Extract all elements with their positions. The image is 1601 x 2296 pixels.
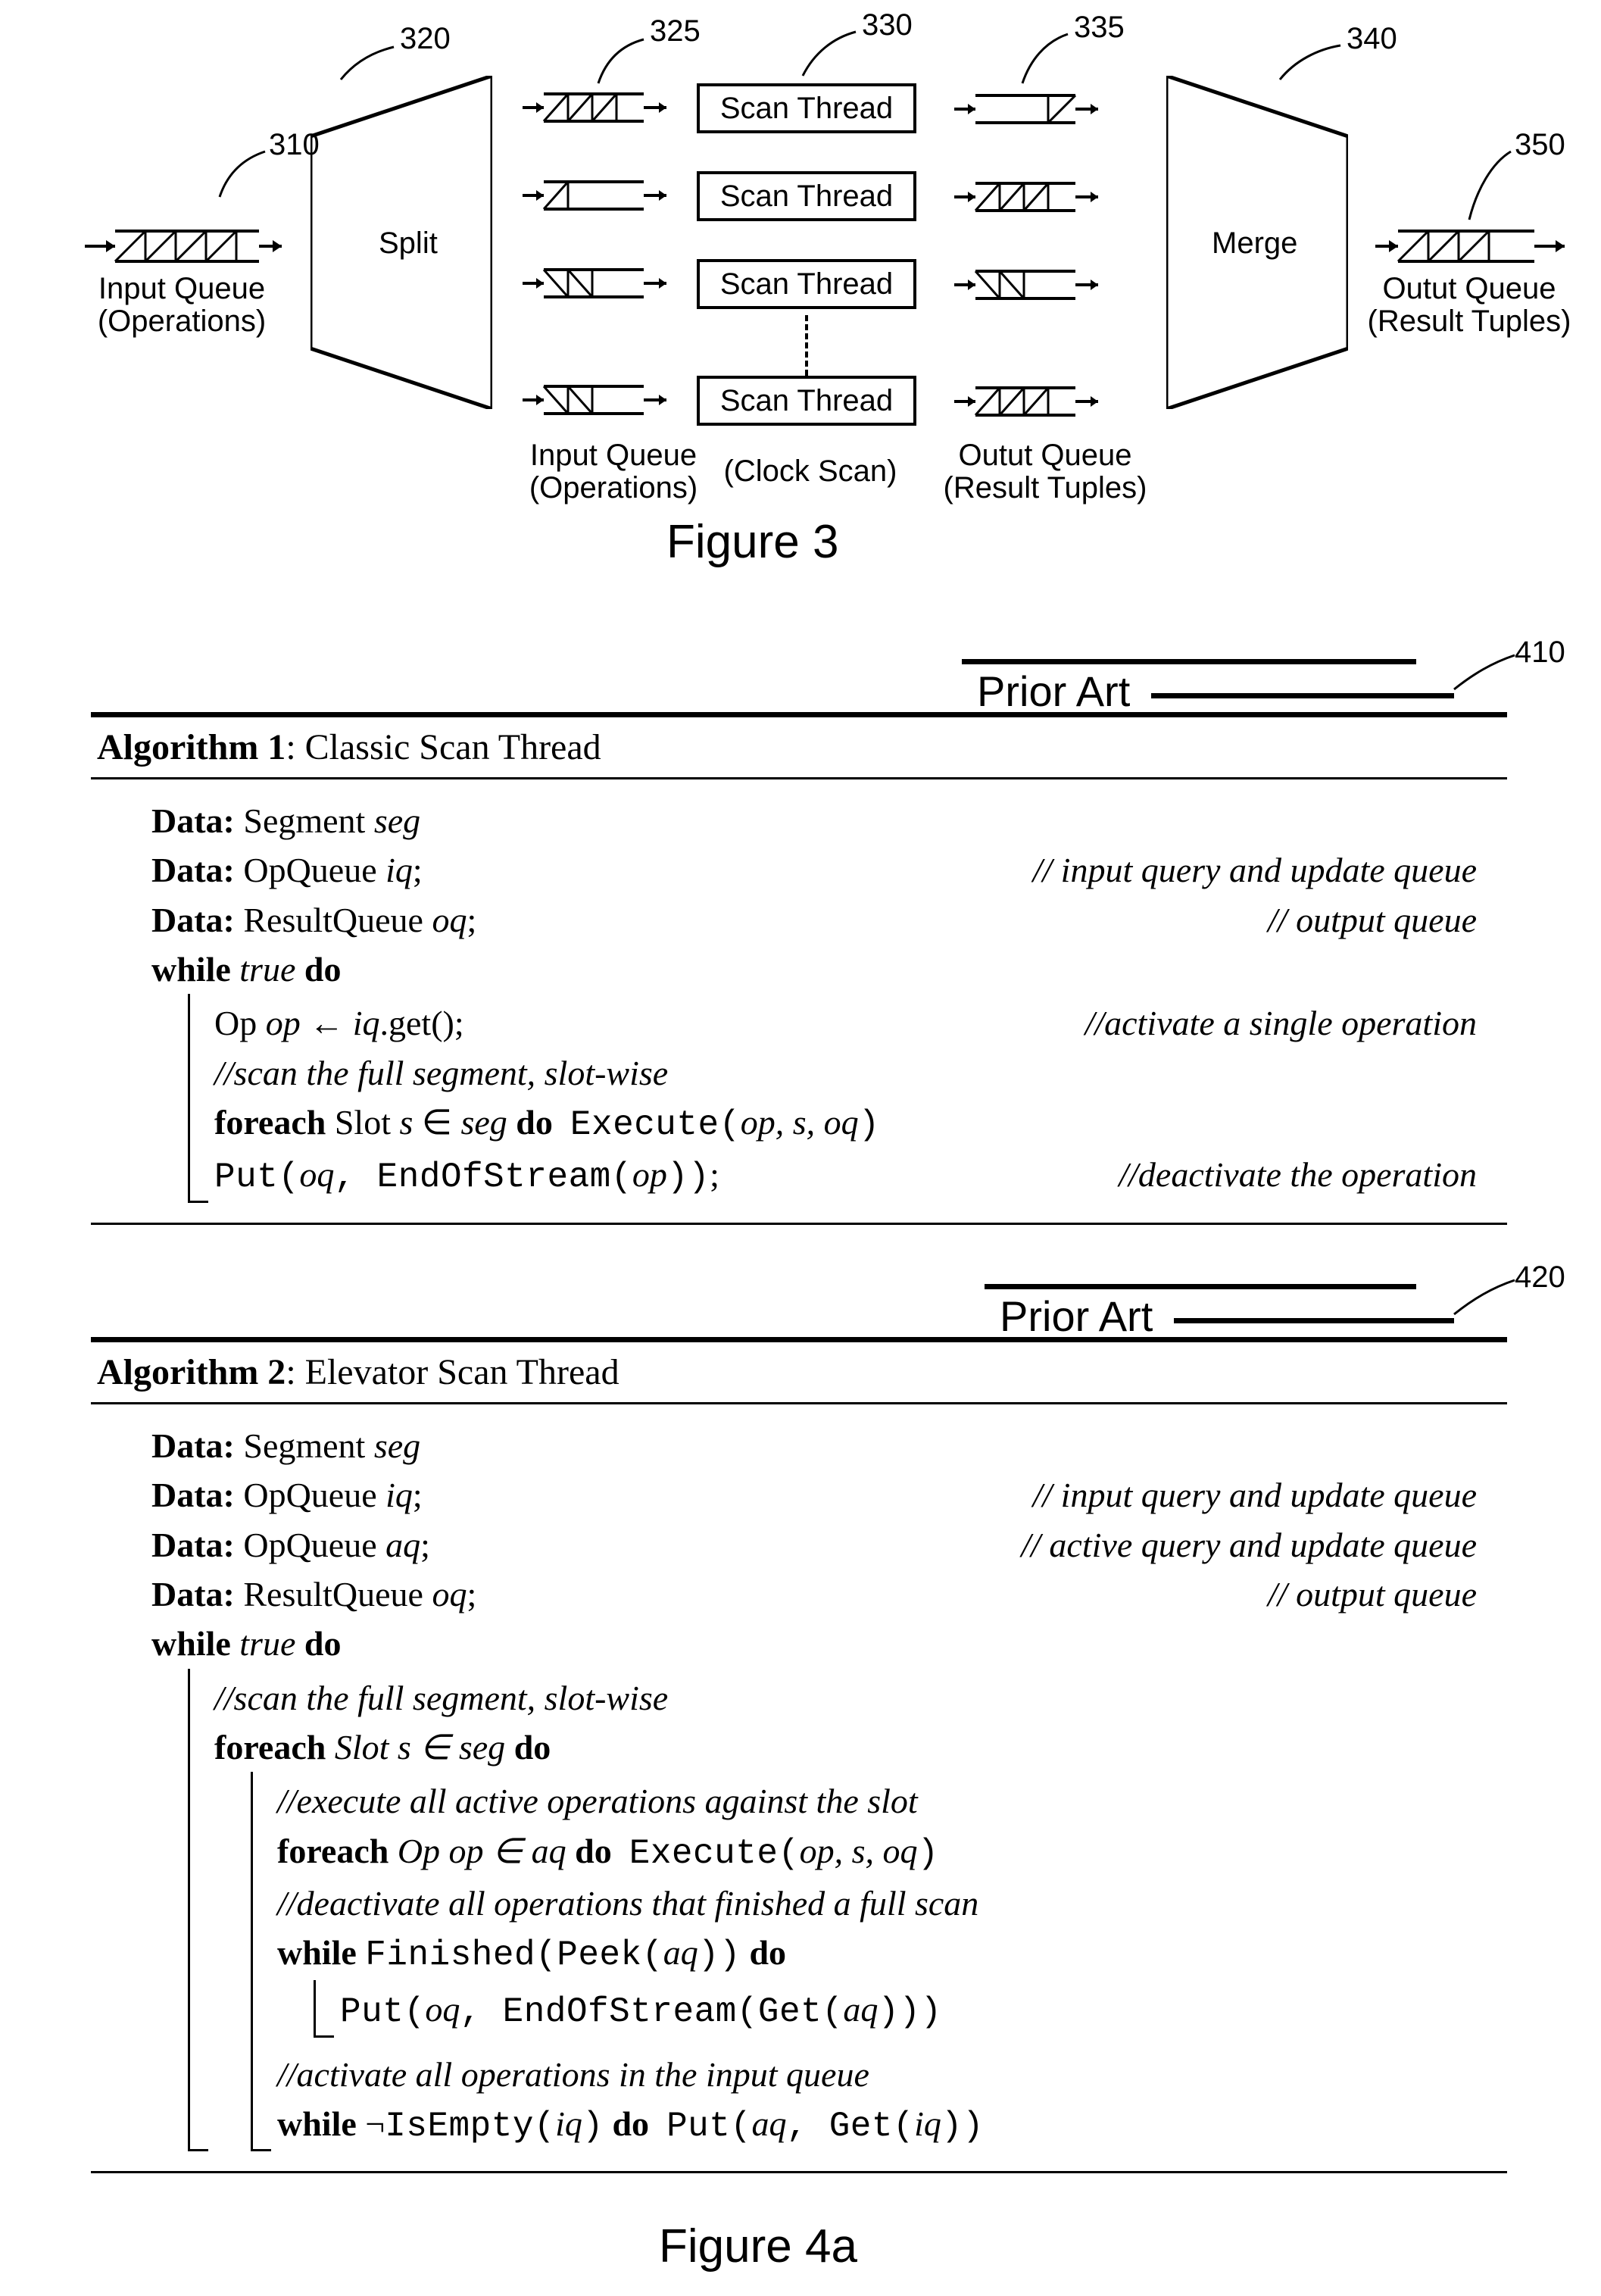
prior-art-rule-1a <box>962 659 1416 664</box>
ref-350: 350 <box>1515 129 1565 161</box>
ref-320: 320 <box>400 23 451 55</box>
ref-325: 325 <box>650 15 701 48</box>
figure-3: Input Queue(Operations) Split Merge Scan… <box>0 0 1601 667</box>
ref-330: 330 <box>862 9 913 42</box>
prior-art-rule-2b <box>1174 1318 1454 1323</box>
ref-340: 340 <box>1347 23 1397 55</box>
algorithm-2: Algorithm 2: Elevator Scan Thread Data: … <box>91 1337 1507 2173</box>
ref-leaders <box>0 0 1601 545</box>
figure-3-caption: Figure 3 <box>666 515 838 569</box>
prior-art-2: Prior Art <box>1000 1292 1153 1341</box>
ref-410: 410 <box>1515 636 1565 669</box>
ref-335: 335 <box>1074 11 1125 44</box>
prior-art-rule-2a <box>985 1284 1416 1289</box>
ref-420: 420 <box>1515 1261 1565 1294</box>
algo2-title: Algorithm 2: Elevator Scan Thread <box>91 1342 1507 1402</box>
algo1-body: Data: Segment seg Data: OpQueue iq;// in… <box>91 779 1507 1223</box>
prior-art-1: Prior Art <box>977 667 1130 716</box>
algo1-title: Algorithm 1: Classic Scan Thread <box>91 717 1507 777</box>
algorithm-1: Algorithm 1: Classic Scan Thread Data: S… <box>91 712 1507 1225</box>
prior-art-rule-1b <box>1151 693 1454 698</box>
figure-4a-caption: Figure 4a <box>659 2219 857 2273</box>
ref-310: 310 <box>269 129 320 161</box>
algo2-body: Data: Segment seg Data: OpQueue iq;// in… <box>91 1404 1507 2171</box>
